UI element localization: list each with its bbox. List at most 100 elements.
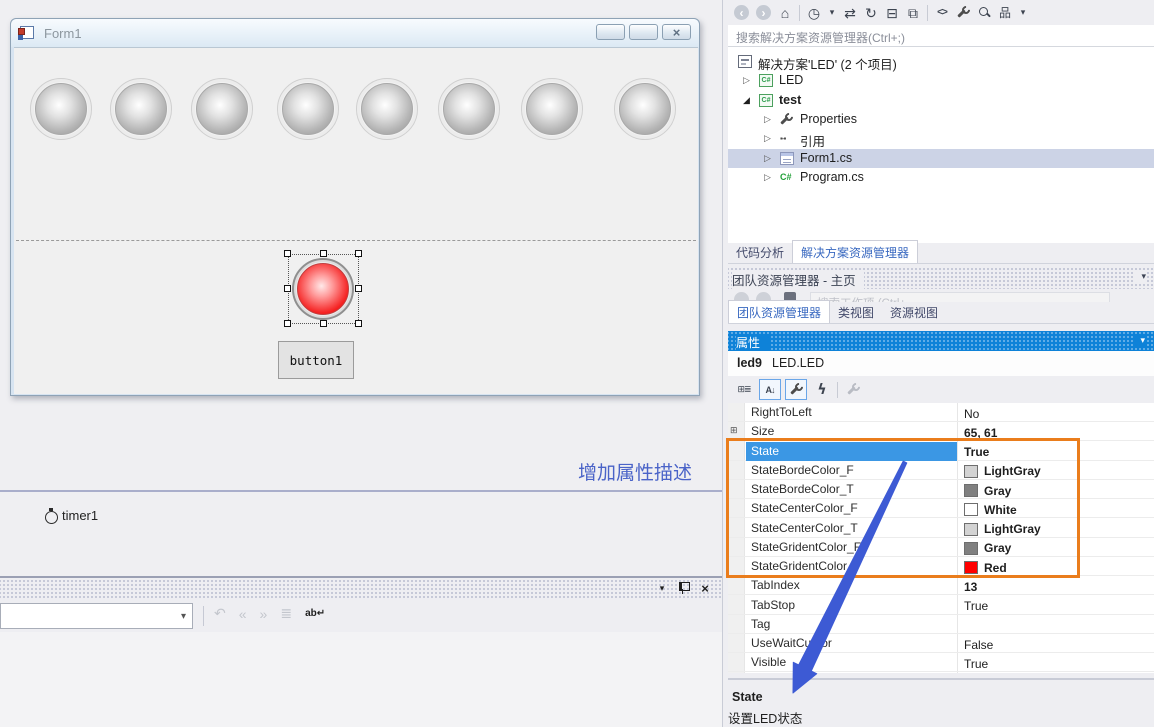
property-value[interactable]: 13 [958, 576, 1154, 595]
tree-item--[interactable]: ▷引用 [728, 129, 1154, 148]
tab-upper-0[interactable]: 代码分析 [728, 241, 792, 264]
property-name[interactable]: Tag [746, 615, 957, 634]
chevron-collapsed-icon[interactable]: ▷ [764, 114, 771, 125]
property-value[interactable]: 65, 61 [958, 422, 1154, 441]
property-row-size[interactable]: ⊞ Size65, 61 [728, 422, 1154, 441]
property-row-tabindex[interactable]: TabIndex13 [728, 576, 1154, 595]
form1-titlebar[interactable]: Form1 × [11, 19, 699, 47]
team-explorer-header[interactable]: 团队资源管理器 - 主页 ▾ [728, 266, 1154, 289]
events-lightning-button[interactable]: ϟ [811, 379, 833, 400]
property-row-statebordecolor_f[interactable]: StateBordeColor_FLightGray [728, 461, 1154, 480]
collapse-all-icon[interactable]: ⊟ [885, 5, 899, 21]
pin-icon[interactable] [675, 580, 689, 596]
property-value[interactable]: Red [958, 557, 1154, 576]
led-control-gray[interactable] [30, 78, 92, 140]
property-row-visible[interactable]: VisibleTrue [728, 653, 1154, 672]
maximize-button[interactable] [629, 24, 658, 40]
property-row-usewaitcursor[interactable]: UseWaitCursorFalse [728, 634, 1154, 653]
led-control-gray[interactable] [191, 78, 253, 140]
history-icon[interactable]: ◷ [807, 5, 821, 21]
property-value[interactable]: True [958, 653, 1154, 672]
property-value[interactable]: LightGray [958, 461, 1154, 480]
property-row-statecentercolor_t[interactable]: StateCenterColor_TLightGray [728, 519, 1154, 538]
close-button[interactable]: × [662, 24, 691, 40]
sync-icon[interactable]: ⇄ [843, 5, 857, 21]
property-row-tabstop[interactable]: TabStopTrue [728, 596, 1154, 615]
property-name[interactable]: RightToLeft [746, 403, 957, 422]
form1-client-area[interactable]: button1 [14, 47, 698, 394]
chevron-collapsed-icon[interactable]: ▷ [764, 133, 771, 144]
property-row-state[interactable]: StateTrue [728, 442, 1154, 461]
solution-explorer-search[interactable]: 搜索解决方案资源管理器(Ctrl+;) [728, 25, 1154, 47]
chevron-expanded-icon[interactable]: ◢ [743, 95, 750, 106]
tab-upper-1[interactable]: 解决方案资源管理器 [792, 240, 918, 264]
chevron-collapsed-icon[interactable]: ▷ [764, 172, 771, 183]
wrench-icon[interactable] [956, 5, 970, 21]
categorized-button[interactable]: ⊞≣ [733, 379, 755, 400]
property-value[interactable]: True [958, 596, 1154, 615]
bottom-panel-titlebar[interactable] [0, 580, 722, 600]
property-value[interactable]: Gray [958, 480, 1154, 499]
tree-item-test[interactable]: ◢test [728, 91, 1154, 110]
properties-page-icon[interactable]: ⧉ [906, 5, 920, 21]
nav-forward-icon[interactable]: › [756, 5, 771, 20]
led-control-gray[interactable] [521, 78, 583, 140]
sort-az-button[interactable]: A↓ [759, 379, 781, 400]
property-name[interactable]: TabStop [746, 596, 957, 615]
indent-icon[interactable]: » [260, 606, 268, 622]
close-icon[interactable]: × [698, 580, 712, 596]
bottom-panel-combobox[interactable]: ▾ [0, 603, 193, 629]
led-control-selected[interactable] [292, 258, 354, 320]
properties-panel-header[interactable]: 属性 ▾ [728, 331, 1154, 351]
property-name[interactable]: TabIndex [746, 576, 957, 595]
led-control-gray[interactable] [614, 78, 676, 140]
dropdown-icon[interactable]: ▾ [658, 580, 666, 596]
dropdown-icon[interactable]: ▾ [828, 5, 836, 21]
selection-handle[interactable] [320, 320, 327, 327]
property-value[interactable]: No [958, 403, 1154, 422]
property-name[interactable]: Visible [746, 653, 957, 672]
property-name[interactable]: StateCenterColor_T [746, 519, 957, 538]
lines-icon[interactable]: ≣ [280, 605, 292, 622]
home-icon[interactable]: ⌂ [778, 5, 792, 21]
chevron-collapsed-icon[interactable]: ▷ [743, 75, 750, 86]
selection-handle[interactable] [355, 250, 362, 257]
expand-plus-icon[interactable]: ⊞ [730, 426, 738, 435]
chevron-down-icon[interactable]: ▾ [1135, 271, 1146, 282]
property-value[interactable]: True [958, 442, 1154, 461]
dropdown-icon[interactable]: ▾ [1019, 5, 1027, 21]
property-row-stategridentcolor_t[interactable]: StateGridentColor_TRed [728, 557, 1154, 576]
tree-item-properties[interactable]: ▷Properties [728, 110, 1154, 129]
property-value[interactable]: False [958, 634, 1154, 653]
led-control-gray[interactable] [438, 78, 500, 140]
component-tray-timer[interactable]: timer1 [44, 508, 98, 523]
tab-lower-1[interactable]: 类视图 [830, 301, 882, 324]
selection-handle[interactable] [284, 320, 291, 327]
selection-handle[interactable] [320, 250, 327, 257]
chevron-collapsed-icon[interactable]: ▷ [764, 153, 771, 164]
property-name[interactable]: StateCenterColor_F [746, 499, 957, 518]
property-value[interactable] [958, 615, 1154, 634]
property-row-statebordecolor_t[interactable]: StateBordeColor_TGray [728, 480, 1154, 499]
property-pages-button[interactable] [842, 379, 864, 400]
properties-object-selector[interactable]: led9 LED.LED [728, 351, 1154, 376]
property-row-tag[interactable]: Tag [728, 615, 1154, 634]
property-row-stategridentcolor_f[interactable]: StateGridentColor_FGray [728, 538, 1154, 557]
selection-handle[interactable] [284, 285, 291, 292]
tab-lower-0[interactable]: 团队资源管理器 [728, 300, 830, 324]
refresh-icon[interactable]: ↻ [864, 5, 878, 21]
property-row-statecentercolor_f[interactable]: StateCenterColor_FWhite [728, 499, 1154, 518]
selection-handle[interactable] [355, 320, 362, 327]
chevron-down-icon[interactable]: ▾ [1134, 335, 1145, 346]
word-wrap-icon[interactable]: ab↵ [305, 608, 325, 619]
property-name[interactable]: StateBordeColor_T [746, 480, 957, 499]
property-value[interactable]: Gray [958, 538, 1154, 557]
property-name[interactable]: StateBordeColor_F [746, 461, 957, 480]
button1-control[interactable]: button1 [278, 341, 354, 379]
property-name[interactable]: Size [746, 422, 957, 441]
led-control-gray[interactable] [356, 78, 418, 140]
property-row-righttoleft[interactable]: RightToLeftNo [728, 403, 1154, 422]
tree-item-form1-cs[interactable]: ▷Form1.cs [728, 149, 1154, 168]
tree-item-led[interactable]: ▷LED [728, 71, 1154, 90]
tree-item--led-2-[interactable]: 解决方案'LED' (2 个项目) [728, 52, 1154, 71]
